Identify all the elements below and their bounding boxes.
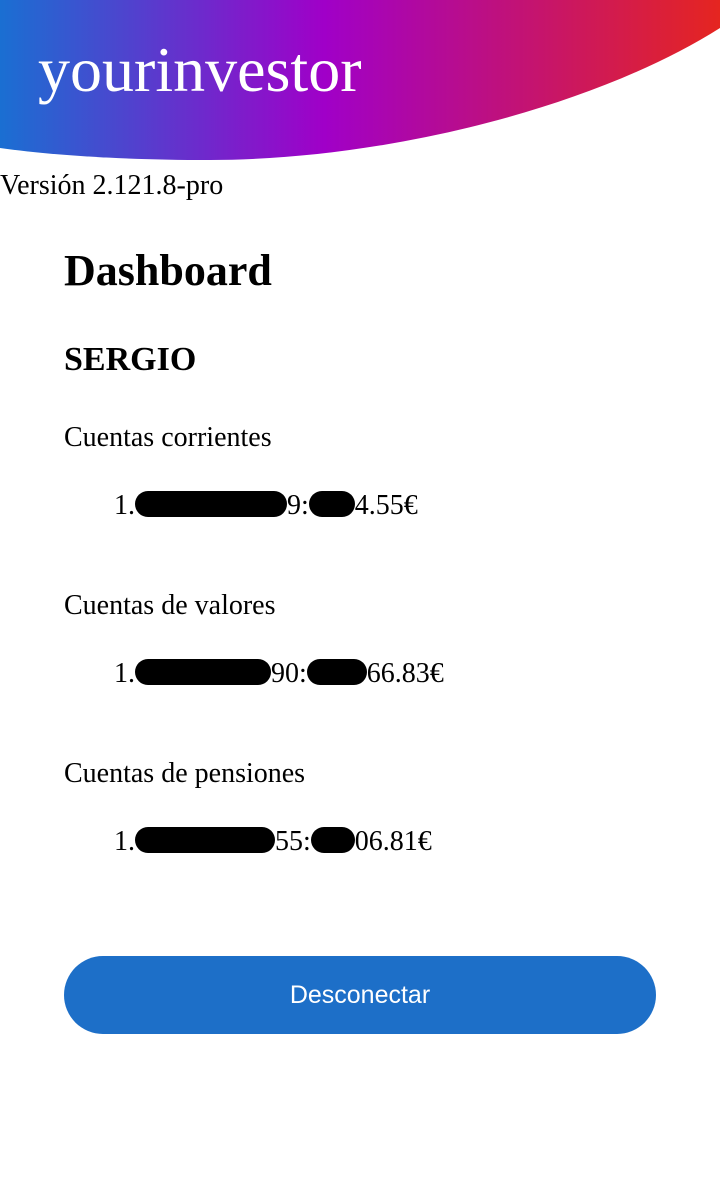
account-amount-tail: 06.81€ [354,826,432,857]
section-title-securities-accounts: Cuentas de valores [64,590,276,621]
section-title-current-accounts: Cuentas corrientes [64,422,272,453]
account-id-tail: 90: [271,658,307,689]
account-row-current: 1. 9: 4.55€ [114,488,418,524]
version-label: Versión 2.121.8-pro [0,170,224,201]
redaction-mark [135,491,287,517]
redaction-mark [135,827,275,853]
account-id-tail: 55: [275,826,311,857]
redaction-mark [135,659,271,685]
account-row-securities: 1. 90: 66.83€ [114,656,444,692]
account-amount-tail: 66.83€ [366,658,444,689]
account-prefix: 1. [114,658,135,689]
account-prefix: 1. [114,826,135,857]
app-header: yourinvestor [0,0,720,165]
user-name-heading: SERGIO [64,341,197,378]
page-title: Dashboard [64,246,272,295]
redaction-mark [310,827,355,853]
redaction-mark [308,491,355,517]
logout-button[interactable]: Desconectar [64,956,656,1034]
account-amount-tail: 4.55€ [354,490,418,521]
account-row-pensions: 1. 55: 06.81€ [114,824,432,860]
account-id-tail: 9: [287,490,309,521]
brand-logo-text: yourinvestor [38,34,362,105]
redaction-mark [306,659,367,685]
section-title-pension-accounts: Cuentas de pensiones [64,758,306,789]
account-prefix: 1. [114,490,135,521]
